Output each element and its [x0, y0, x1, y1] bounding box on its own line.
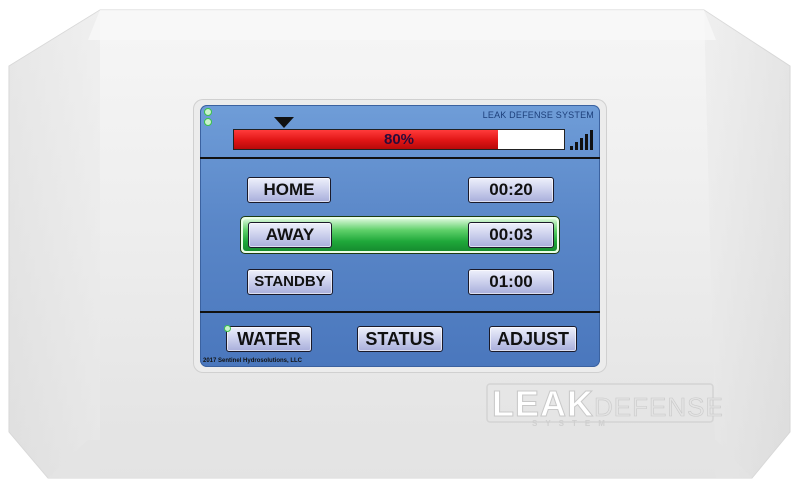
pressure-percent: 80% — [383, 131, 415, 148]
water-indicator-icon — [224, 325, 231, 332]
home-mode-button[interactable]: HOME — [247, 177, 331, 203]
away-mode-button[interactable]: AWAY — [248, 222, 332, 248]
standby-mode-button[interactable]: STANDBY — [247, 269, 333, 295]
copyright-text: 2017 Sentinel Hydrosolutions, LLC — [203, 358, 303, 364]
signal-strength-icon — [569, 130, 593, 150]
water-nav-button[interactable]: WATER — [226, 326, 312, 352]
standby-timer-button[interactable]: 01:00 — [468, 269, 554, 295]
divider-bottom — [200, 311, 600, 313]
indicator-led-icon — [204, 118, 212, 126]
home-timer-button[interactable]: 00:20 — [468, 177, 554, 203]
indicator-led-icon — [204, 108, 212, 116]
leak-defense-logo: LEAKDEFENSE SYSTEM — [486, 383, 723, 428]
adjust-nav-button[interactable]: ADJUST — [489, 326, 577, 352]
triangle-marker-icon — [274, 117, 294, 128]
logo-system: SYSTEM — [532, 419, 613, 428]
away-timer-button[interactable]: 00:03 — [468, 222, 554, 248]
logo-leak: LEAK — [492, 383, 594, 425]
pressure-bar: 80% — [233, 129, 565, 150]
logo-defense: DEFENSE — [594, 392, 724, 423]
touchscreen: LEAK DEFENSE SYSTEM 80% HOME 00:20 AWAY … — [200, 105, 600, 367]
status-nav-button[interactable]: STATUS — [357, 326, 443, 352]
system-title: LEAK DEFENSE SYSTEM — [482, 110, 594, 120]
divider-top — [200, 157, 600, 159]
